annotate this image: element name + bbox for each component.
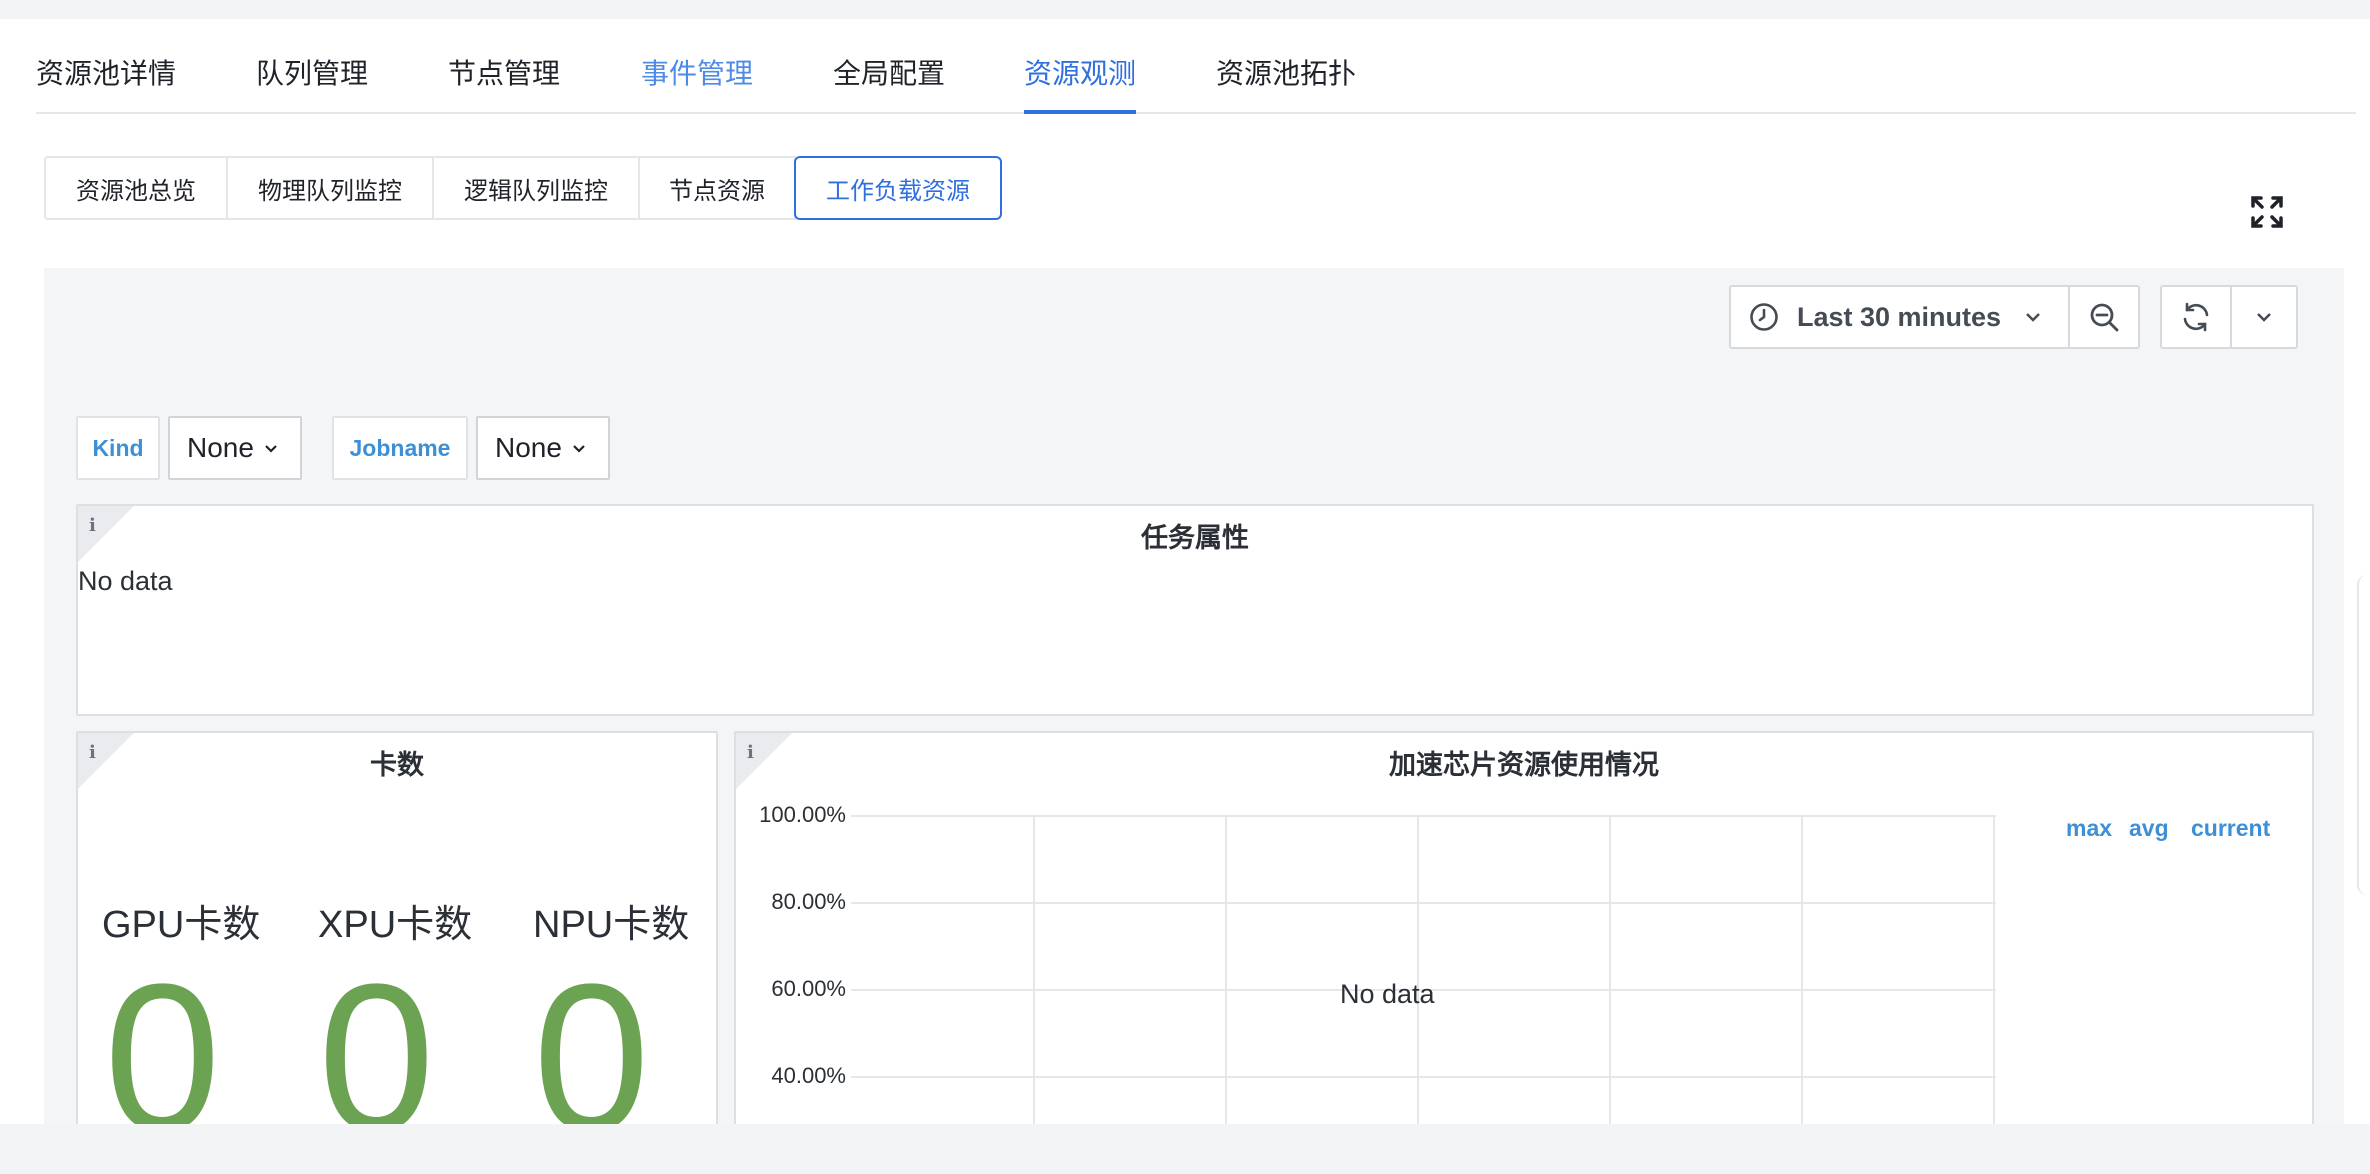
subtab-logical-queue[interactable]: 逻辑队列监控: [432, 156, 640, 220]
panel-card-count: i 卡数 GPU卡数 0 XPU卡数 0 NPU卡数 0: [76, 731, 718, 1124]
page: 资源池详情 队列管理 节点管理 事件管理 全局配置 资源观测 资源池拓扑 资源池…: [0, 19, 2370, 1124]
time-range-group: Last 30 minutes: [1729, 285, 2140, 349]
jobname-select[interactable]: None: [476, 416, 610, 480]
kind-select-value: None: [187, 432, 254, 463]
tab-resource-observation[interactable]: 资源观测: [1024, 56, 1137, 114]
tab-pool-details[interactable]: 资源池详情: [36, 56, 176, 92]
chart-grid: [851, 815, 1996, 1124]
variable-label-kind: Kind: [76, 416, 160, 480]
time-range-label: Last 30 minutes: [1797, 301, 2002, 332]
npu-count-value: 0: [533, 940, 650, 1125]
sub-tab-bar: 资源池总览 物理队列监控 逻辑队列监控 节点资源 工作负载资源: [44, 156, 1002, 220]
gpu-count-value: 0: [104, 940, 221, 1125]
clock-icon: [1749, 302, 1779, 332]
bottom-strip: [0, 1124, 2370, 1174]
refresh-button[interactable]: [2162, 287, 2230, 347]
legend-max[interactable]: max: [2066, 815, 2112, 842]
top-tab-bar: 资源池详情 队列管理 节点管理 事件管理 全局配置 资源观测 资源池拓扑: [36, 19, 2356, 114]
no-data-text: No data: [78, 566, 173, 596]
xpu-count-value: 0: [318, 940, 435, 1125]
tab-queue-management[interactable]: 队列管理: [256, 56, 368, 92]
subtab-workload-resource[interactable]: 工作负载资源: [794, 156, 1002, 220]
jobname-select-value: None: [495, 432, 562, 463]
legend-current[interactable]: current: [2191, 815, 2270, 842]
tab-node-management[interactable]: 节点管理: [448, 56, 560, 92]
subtab-pool-overview[interactable]: 资源池总览: [44, 156, 228, 220]
variable-label-jobname: Jobname: [332, 416, 468, 480]
kind-select[interactable]: None: [168, 416, 302, 480]
dashboard-area: Last 30 minutes Kind None Jobname None i…: [44, 268, 2344, 1124]
fullscreen-icon[interactable]: [2250, 195, 2284, 229]
chevron-down-icon: [2256, 312, 2272, 322]
refresh-group: [2160, 285, 2298, 349]
no-data-text: No data: [1340, 979, 1435, 1009]
legend-avg[interactable]: avg: [2129, 815, 2169, 842]
chevron-down-icon: [572, 444, 586, 453]
panel-title: 卡数: [370, 750, 424, 780]
panel-chip-usage: i 加速芯片资源使用情况 100.00% 80.00% 60.00% 40.00% N…: [734, 731, 2314, 1124]
panel-task-attributes: i 任务属性 No data: [76, 504, 2314, 716]
subtab-node-resource[interactable]: 节点资源: [638, 156, 796, 220]
tab-global-config[interactable]: 全局配置: [833, 56, 945, 92]
zoom-out-button[interactable]: [2068, 287, 2138, 347]
chevron-down-icon: [264, 444, 278, 453]
refresh-interval-dropdown[interactable]: [2230, 287, 2296, 347]
zoom-out-icon: [2088, 301, 2120, 333]
time-range-picker[interactable]: Last 30 minutes: [1731, 287, 2068, 347]
panel-title: 任务属性: [1141, 523, 1249, 553]
tab-pool-topology[interactable]: 资源池拓扑: [1216, 56, 1356, 92]
subtab-physical-queue[interactable]: 物理队列监控: [226, 156, 434, 220]
chevron-down-icon: [2025, 312, 2041, 322]
tab-event-management[interactable]: 事件管理: [641, 56, 753, 92]
refresh-icon: [2180, 301, 2212, 333]
side-drawer-handle[interactable]: [2357, 575, 2370, 895]
